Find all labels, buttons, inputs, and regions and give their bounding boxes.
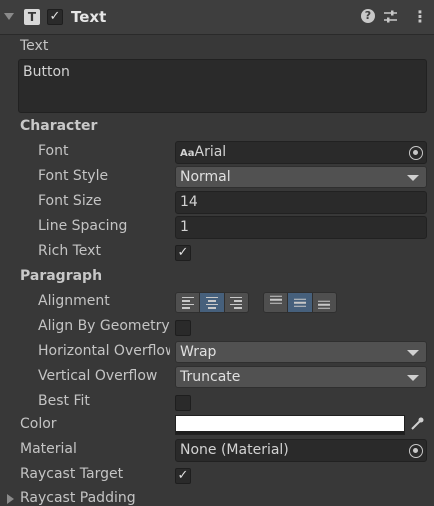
- object-picker-icon[interactable]: [409, 146, 423, 160]
- character-section-label: Character: [20, 118, 98, 134]
- text-label: Text: [20, 38, 49, 54]
- align-bottom-button[interactable]: [313, 293, 336, 312]
- text-component-icon: T: [24, 9, 40, 25]
- vertical-alignment-group: [263, 292, 337, 313]
- color-label: Color: [20, 416, 57, 432]
- chevron-down-icon: [407, 375, 419, 381]
- font-asset-icon: Aa: [180, 148, 195, 159]
- font-style-label: Font Style: [38, 168, 109, 184]
- paragraph-section-label: Paragraph: [20, 268, 103, 284]
- alignment-label: Alignment: [38, 293, 110, 309]
- horizontal-overflow-label: Horizontal Overflow: [38, 343, 170, 359]
- align-right-icon: [230, 295, 243, 311]
- align-middle-icon: [293, 296, 306, 309]
- font-value: Arial: [194, 144, 227, 160]
- eyedropper-icon[interactable]: [409, 416, 425, 432]
- component-enabled-checkbox[interactable]: ✓: [47, 9, 63, 25]
- align-center-icon: [205, 295, 218, 311]
- line-spacing-input[interactable]: 1: [175, 216, 427, 239]
- presets-icon[interactable]: [383, 9, 398, 24]
- chevron-down-icon: [407, 350, 419, 356]
- text-area[interactable]: Button: [18, 59, 427, 113]
- align-by-geometry-checkbox[interactable]: [175, 320, 191, 336]
- rich-text-checkbox[interactable]: ✓: [175, 245, 191, 261]
- align-by-geometry-label: Align By Geometry: [38, 318, 170, 334]
- help-icon[interactable]: ?: [361, 9, 375, 23]
- font-field[interactable]: AaArial: [175, 141, 427, 164]
- font-style-value: Normal: [180, 169, 231, 185]
- font-label: Font: [38, 143, 69, 159]
- align-center-button[interactable]: [200, 293, 225, 312]
- raycast-target-label: Raycast Target: [20, 466, 124, 482]
- horizontal-alignment-group: [175, 292, 249, 313]
- best-fit-checkbox[interactable]: [175, 395, 191, 411]
- object-picker-icon[interactable]: [409, 444, 423, 458]
- material-label: Material: [20, 441, 77, 457]
- font-size-input[interactable]: 14: [175, 191, 427, 214]
- horizontal-overflow-dropdown[interactable]: Wrap: [175, 341, 427, 363]
- align-top-button[interactable]: [264, 293, 289, 312]
- alpha-bar: [176, 431, 404, 434]
- vertical-overflow-value: Truncate: [180, 369, 241, 385]
- font-size-label: Font Size: [38, 193, 102, 209]
- foldout-arrow-icon[interactable]: [4, 13, 14, 20]
- chevron-down-icon: [407, 175, 419, 181]
- align-middle-button[interactable]: [288, 293, 313, 312]
- align-left-icon: [181, 295, 194, 311]
- more-options-icon[interactable]: ⋮: [412, 7, 428, 26]
- align-bottom-icon: [318, 299, 331, 312]
- align-top-icon: [269, 293, 282, 306]
- align-left-button[interactable]: [176, 293, 201, 312]
- material-field[interactable]: None (Material): [175, 439, 427, 462]
- vertical-overflow-dropdown[interactable]: Truncate: [175, 366, 427, 388]
- vertical-overflow-label: Vertical Overflow: [38, 368, 158, 384]
- rich-text-label: Rich Text: [38, 243, 101, 259]
- horizontal-overflow-value: Wrap: [180, 344, 217, 360]
- align-right-button[interactable]: [225, 293, 248, 312]
- raycast-target-checkbox[interactable]: ✓: [175, 468, 191, 484]
- line-spacing-label: Line Spacing: [38, 218, 128, 234]
- color-swatch[interactable]: [175, 415, 405, 435]
- foldout-arrow-icon[interactable]: [7, 494, 14, 504]
- best-fit-label: Best Fit: [38, 393, 90, 409]
- font-style-dropdown[interactable]: Normal: [175, 166, 427, 188]
- component-title: Text: [71, 8, 107, 26]
